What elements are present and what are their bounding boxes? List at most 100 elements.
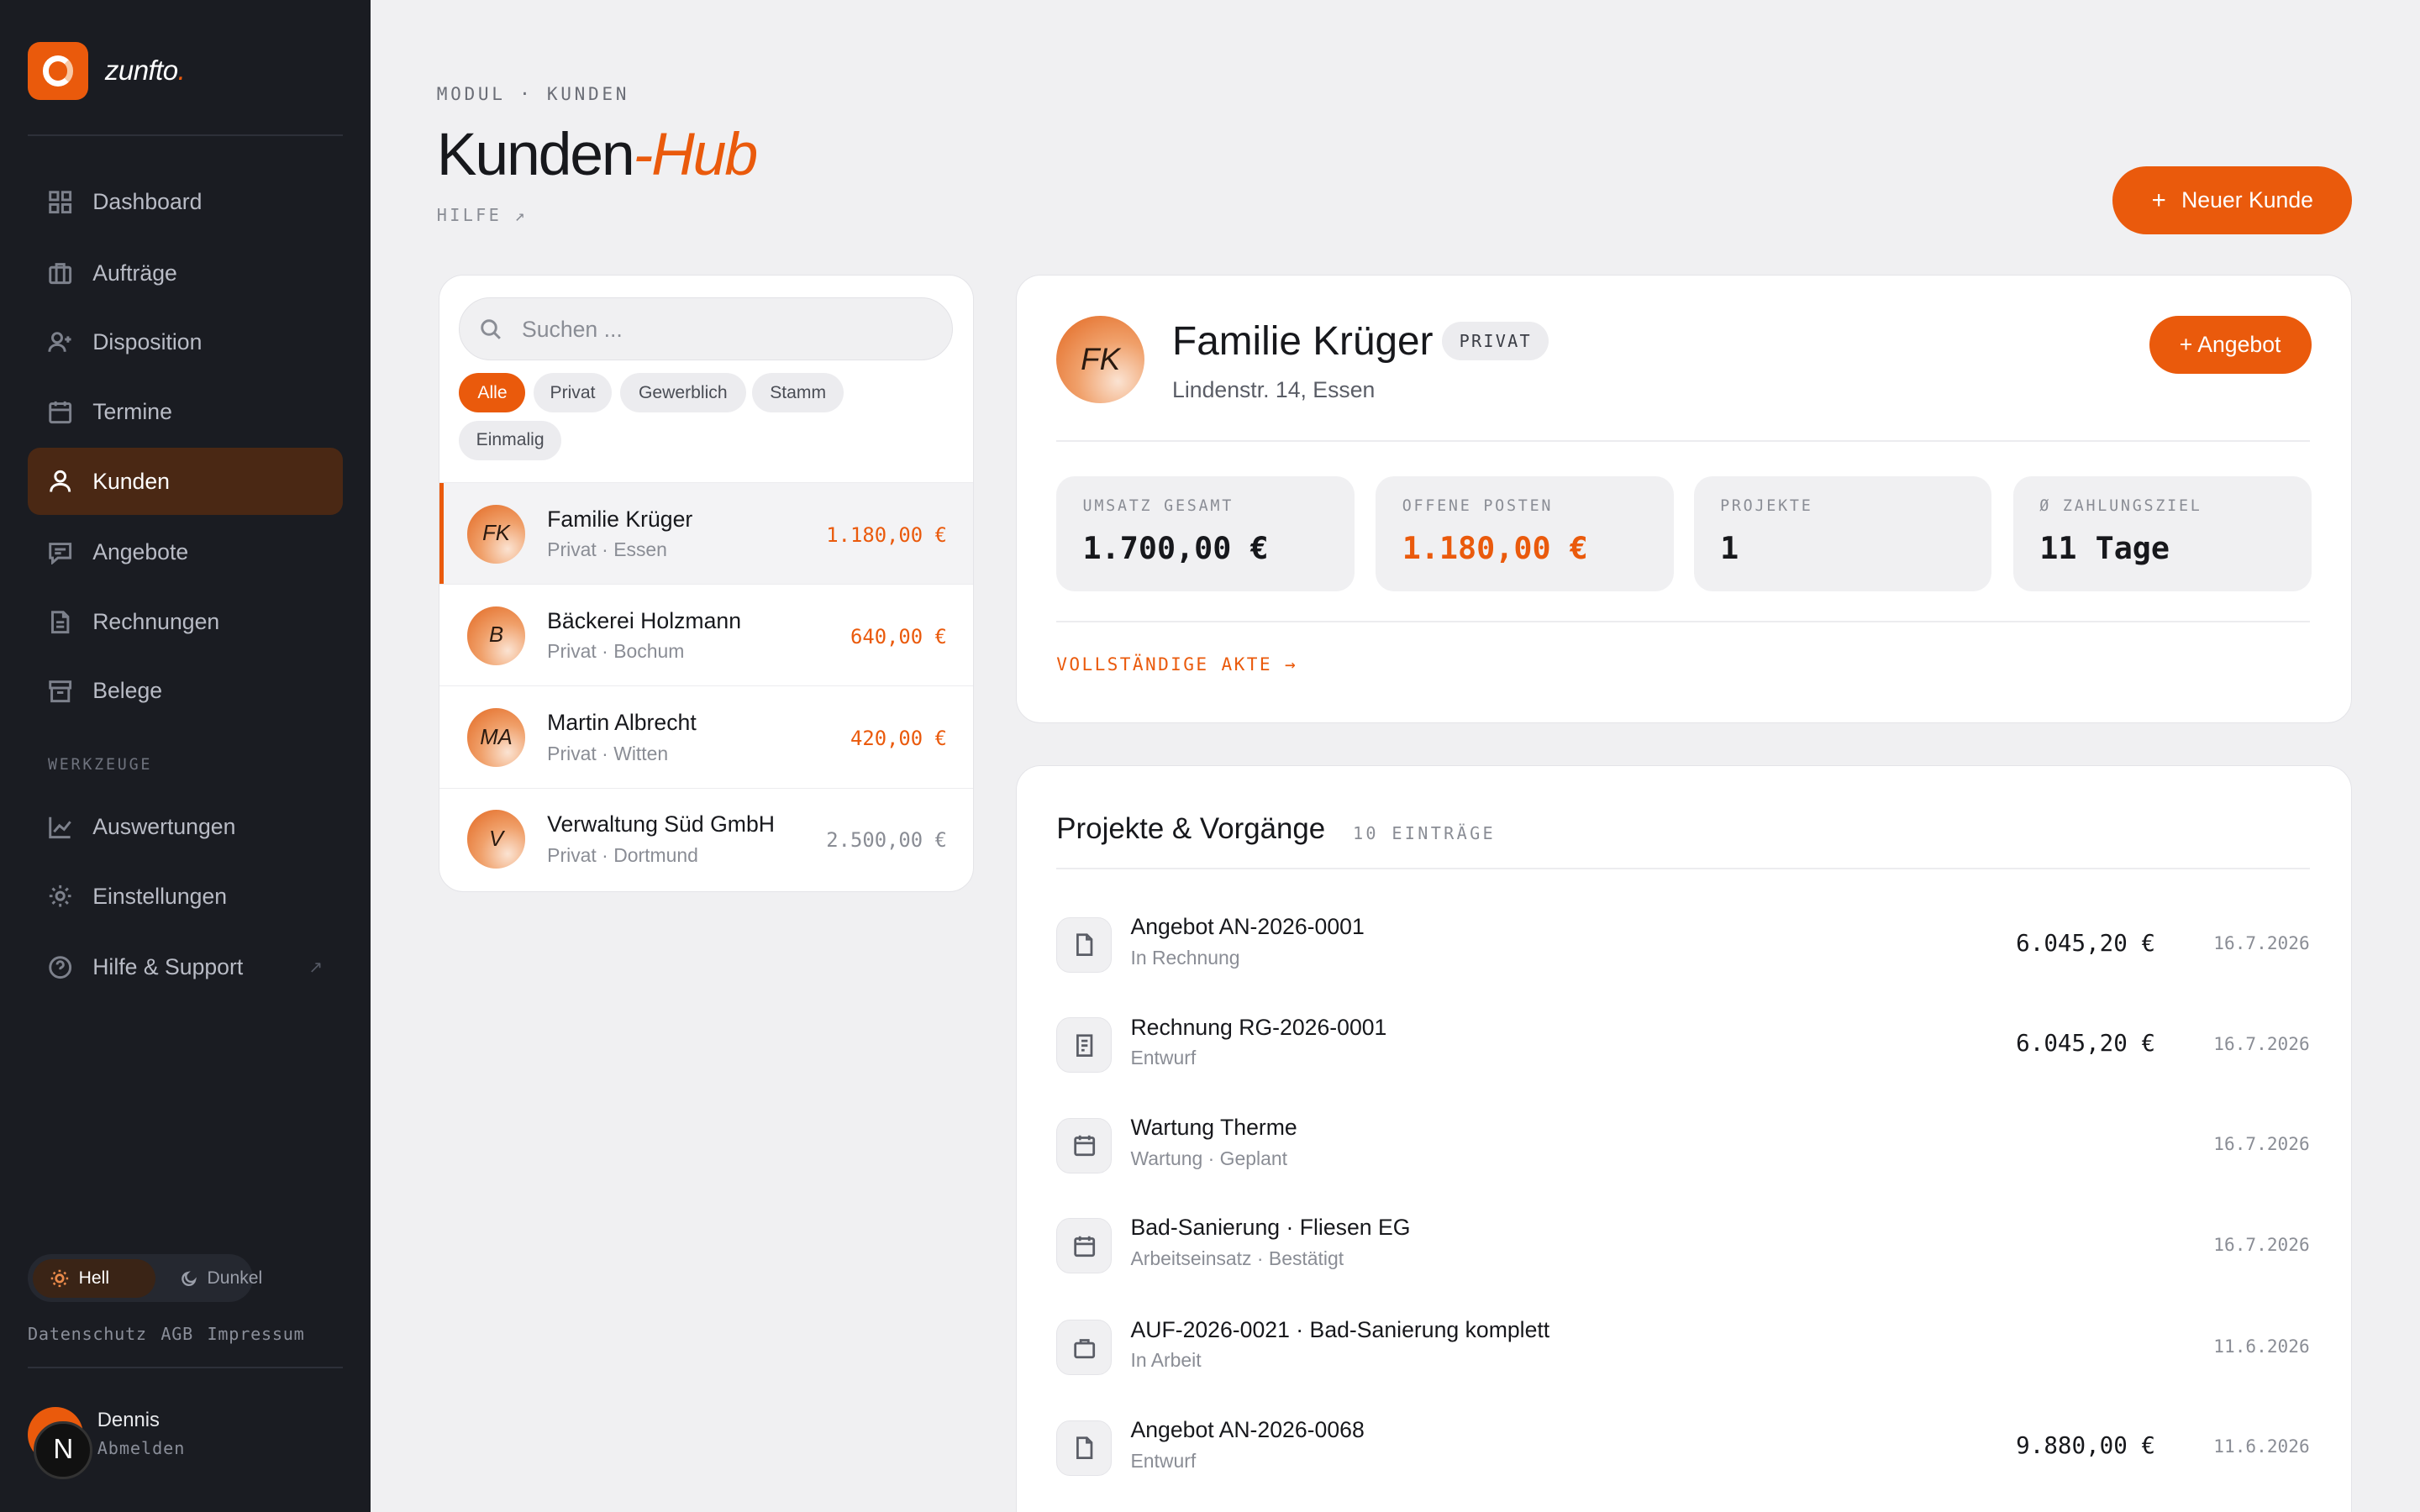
customer-row[interactable]: B Bäckerei Holzmann Privat · Bochum 640,…: [439, 584, 973, 685]
project-row[interactable]: Bad-Sanierung · Fliesen EG Arbeitseinsat…: [1056, 1215, 2310, 1276]
project-name: Rechnung RG-2026-0001: [1130, 1014, 1387, 1040]
sidebar-item-label: Auswertungen: [92, 813, 236, 839]
sidebar-item-label: Aufträge: [92, 260, 177, 286]
customer-title: Familie Krüger: [1172, 319, 1434, 365]
file-icon: [1076, 1436, 1092, 1460]
new-customer-label: Neuer Kunde: [2181, 187, 2313, 213]
stat-label: UMSATZ GESAMT: [1082, 497, 1234, 516]
theme-light-button[interactable]: Hell: [32, 1258, 156, 1298]
sidebar-item-termine[interactable]: Termine: [28, 378, 343, 446]
new-customer-button[interactable]: + Neuer Kunde: [2112, 166, 2353, 235]
external-link-icon: ↗: [308, 958, 324, 978]
legal-links: Datenschutz AGB Impressum: [28, 1324, 318, 1344]
project-row[interactable]: Wartung Therme Wartung · Geplant 16.7.20…: [1056, 1115, 2310, 1176]
sidebar-divider: [28, 134, 343, 136]
stat-value: 1: [1720, 529, 1739, 566]
status-badge: PRIVAT: [1442, 322, 1549, 360]
project-date: 11.6.2026: [2213, 1436, 2310, 1457]
logo-icon[interactable]: [28, 41, 88, 101]
theme-dark-button[interactable]: Dunkel: [164, 1259, 262, 1298]
sun-icon: [50, 1269, 68, 1287]
project-row[interactable]: AUF-2026-0021 · Bad-Sanierung komplett I…: [1056, 1317, 2310, 1378]
project-status: Arbeitseinsatz · Bestätigt: [1130, 1247, 1344, 1270]
moon-icon: [182, 1270, 197, 1286]
tools-heading: WERKZEUGE: [47, 755, 153, 774]
search-input[interactable]: Suchen ...: [459, 297, 954, 360]
filter-gewerblich[interactable]: Gewerblich: [619, 372, 747, 413]
filter-privat[interactable]: Privat: [533, 372, 613, 413]
project-name: Angebot AN-2026-0001: [1130, 914, 1365, 940]
sidebar-item-hilfe[interactable]: Hilfe & Support ↗: [28, 933, 343, 1001]
help-icon: [49, 956, 72, 979]
user-name: Dennis: [97, 1408, 160, 1431]
customer-row[interactable]: FK Familie Krüger Privat · Essen 1.180,0…: [439, 482, 973, 585]
filter-alle[interactable]: Alle: [459, 372, 526, 413]
sidebar-item-rechnungen[interactable]: Rechnungen: [28, 588, 343, 656]
customer-meta: Privat · Essen: [547, 538, 667, 561]
calendar-icon: [49, 401, 72, 423]
link-agb[interactable]: AGB: [160, 1324, 193, 1344]
avatar: FK: [466, 504, 526, 564]
sidebar-item-auswertungen[interactable]: Auswertungen: [28, 793, 343, 861]
divider: [1056, 621, 2310, 623]
sidebar-item-dashboard[interactable]: Dashboard: [28, 168, 343, 236]
sidebar-item-kunden[interactable]: Kunden: [28, 447, 343, 516]
project-name: Wartung Therme: [1130, 1115, 1297, 1141]
help-link[interactable]: HILFE ↗: [437, 205, 528, 225]
stat-value: 1.180,00 €: [1402, 529, 1588, 566]
stat-label: OFFENE POSTEN: [1402, 497, 1554, 516]
theme-light-label: Hell: [78, 1268, 110, 1288]
sidebar-item-disposition[interactable]: Disposition: [28, 308, 343, 376]
customer-row[interactable]: V Verwaltung Süd GmbH Privat · Dortmund …: [439, 787, 973, 890]
filter-einmalig[interactable]: Einmalig: [459, 420, 561, 461]
message-icon: [49, 542, 72, 565]
add-offer-button[interactable]: + Angebot: [2149, 315, 2312, 375]
search-icon: [481, 318, 502, 339]
customer-row[interactable]: MA Martin Albrecht Privat · Witten 420,0…: [439, 685, 973, 787]
project-status: In Rechnung: [1130, 946, 1240, 969]
link-impressum[interactable]: Impressum: [208, 1324, 305, 1344]
project-status: Wartung · Geplant: [1130, 1147, 1288, 1169]
stat-label: PROJEKTE: [1720, 497, 1813, 516]
avatar: MA: [466, 708, 526, 767]
file-icon: [1076, 933, 1092, 957]
stat-value: 11 Tage: [2039, 529, 2170, 566]
logout-link[interactable]: Abmelden: [97, 1438, 186, 1458]
customer-meta: Privat · Bochum: [547, 640, 685, 663]
section-title: Projekte & Vorgänge: [1056, 812, 1326, 846]
project-amount: 9.880,00 €: [2016, 1432, 2156, 1460]
briefcase-icon: [1073, 1338, 1095, 1358]
full-record-link[interactable]: VOLLSTÄNDIGE AKTE →: [1056, 654, 1297, 675]
project-name: Bad-Sanierung · Fliesen EG: [1130, 1215, 1411, 1241]
document-icon: [50, 610, 70, 633]
sidebar-item-einstellungen[interactable]: Einstellungen: [28, 863, 343, 931]
customer-open-amount: 640,00 €: [850, 625, 947, 648]
customer-open-amount: 1.180,00 €: [826, 522, 947, 547]
theme-switcher: Hell Dunkel: [28, 1254, 262, 1303]
project-date: 16.7.2026: [2213, 1032, 2310, 1054]
archive-icon: [49, 680, 72, 703]
sidebar-item-label: Rechnungen: [92, 608, 220, 634]
project-row[interactable]: Rechnung RG-2026-0001 Entwurf 6.045,20 €…: [1056, 1014, 2310, 1076]
sidebar-item-label: Termine: [92, 398, 172, 424]
project-amount: 6.045,20 €: [2016, 929, 2156, 957]
filter-stamm[interactable]: Stamm: [752, 372, 844, 413]
sidebar-item-angebote[interactable]: Angebote: [28, 518, 343, 586]
project-row[interactable]: Angebot AN-2026-0001 In Rechnung 6.045,2…: [1056, 914, 2310, 975]
stat-projekte: PROJEKTE 1: [1693, 475, 1992, 592]
sidebar-item-belege[interactable]: Belege: [28, 657, 343, 725]
customer-name: Familie Krüger: [547, 506, 693, 532]
customer-name: Bäckerei Holzmann: [547, 607, 742, 633]
search-placeholder: Suchen ...: [521, 316, 623, 342]
customer-list-panel: Suchen ... Alle Privat Gewerblich Stamm …: [438, 274, 974, 892]
sidebar-item-auftraege[interactable]: Aufträge: [28, 239, 343, 307]
project-name: Angebot AN-2026-0068: [1130, 1417, 1365, 1443]
project-row[interactable]: Angebot AN-2026-0068 Entwurf 9.880,00 € …: [1056, 1417, 2310, 1478]
avatar: V: [466, 810, 526, 869]
link-datenschutz[interactable]: Datenschutz: [28, 1324, 147, 1344]
customer-open-amount: 420,00 €: [850, 727, 947, 751]
gear-icon: [49, 885, 71, 907]
avatar: B: [466, 606, 526, 665]
breadcrumb: MODUL · KUNDEN: [436, 83, 630, 105]
sidebar-divider: [28, 1367, 343, 1369]
